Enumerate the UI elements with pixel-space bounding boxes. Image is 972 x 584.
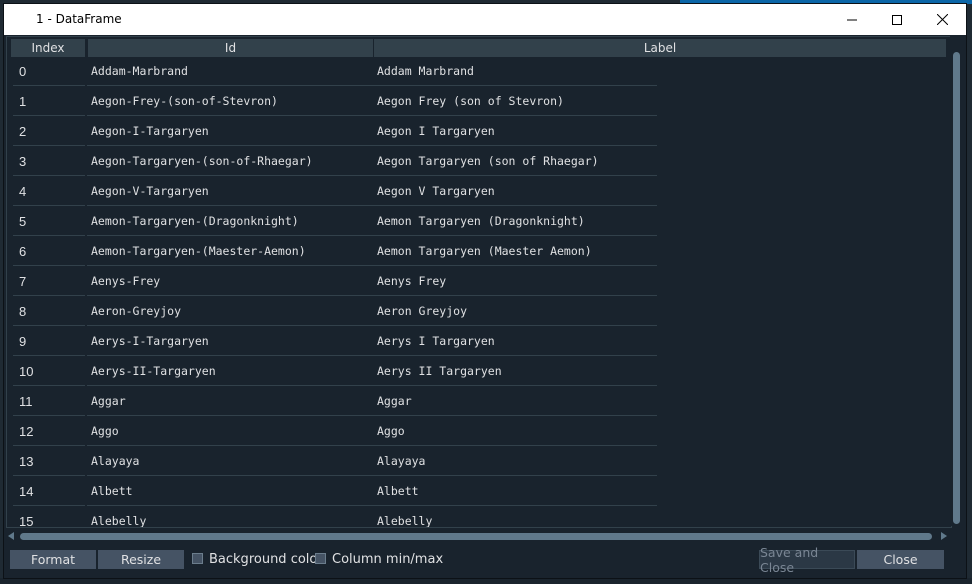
id-cell[interactable]: Addam-Marbrand — [87, 57, 373, 86]
index-cell[interactable]: 8 — [13, 297, 85, 326]
label-cell[interactable]: Aegon I Targaryen — [373, 117, 657, 146]
label-cell[interactable]: Aerys I Targaryen — [373, 327, 657, 356]
index-cell[interactable]: 10 — [13, 357, 85, 386]
id-cell[interactable]: Aggar — [87, 387, 373, 416]
id-cell[interactable]: Aerys-I-Targaryen — [87, 327, 373, 356]
index-cell[interactable]: 3 — [13, 147, 85, 176]
close-window-button[interactable] — [919, 4, 965, 35]
index-cell[interactable]: 4 — [13, 177, 85, 206]
label-cell[interactable]: Aggo — [373, 417, 657, 446]
label-cell[interactable]: Aegon Frey (son of Stevron) — [373, 87, 657, 116]
column-header-label[interactable]: Label — [374, 39, 947, 57]
label-cell[interactable]: Aggar — [373, 387, 657, 416]
index-cell[interactable]: 7 — [13, 267, 85, 296]
id-cell[interactable]: Aegon-V-Targaryen — [87, 177, 373, 206]
id-cell[interactable]: Albett — [87, 477, 373, 506]
dataframe-table[interactable]: Index Id Label 0 Addam-Marbrand Addam Marb… — [6, 36, 952, 528]
background-app-strip-bottom — [0, 578, 972, 584]
index-cell[interactable]: 15 — [13, 507, 85, 527]
minimize-button[interactable] — [829, 4, 875, 35]
format-button[interactable]: Format — [10, 550, 96, 569]
label-cell[interactable]: Albett — [373, 477, 657, 506]
id-cell[interactable]: Aemon-Targaryen-(Maester-Aemon) — [87, 237, 373, 266]
resize-button[interactable]: Resize — [98, 550, 184, 569]
horizontal-scrollbar[interactable] — [8, 529, 948, 543]
label-cell[interactable]: Aeron Greyjoy — [373, 297, 657, 326]
index-cell[interactable]: 2 — [13, 117, 85, 146]
index-cell[interactable]: 9 — [13, 327, 85, 356]
background-color-checkbox[interactable] — [192, 553, 203, 564]
id-cell[interactable]: Aggo — [87, 417, 373, 446]
id-cell[interactable]: Aemon-Targaryen-(Dragonknight) — [87, 207, 373, 236]
label-cell[interactable]: Alebelly — [373, 507, 657, 527]
minimize-icon — [847, 19, 857, 20]
scroll-left-icon[interactable] — [8, 532, 15, 540]
horizontal-scroll-thumb[interactable] — [20, 533, 932, 540]
close-icon — [936, 14, 948, 25]
index-cell[interactable]: 0 — [13, 57, 85, 86]
label-cell[interactable]: Aerys II Targaryen — [373, 357, 657, 386]
save-and-close-button[interactable]: Save and Close — [759, 545, 855, 575]
label-cell[interactable]: Aemon Targaryen (Dragonknight) — [373, 207, 657, 236]
label-cell[interactable]: Alayaya — [373, 447, 657, 476]
label-cell[interactable]: Aegon Targaryen (son of Rhaegar) — [373, 147, 657, 176]
index-cell[interactable]: 6 — [13, 237, 85, 266]
index-cell[interactable]: 11 — [13, 387, 85, 416]
id-cell[interactable]: Aegon-Targaryen-(son-of-Rhaegar) — [87, 147, 373, 176]
label-cell[interactable]: Aegon V Targaryen — [373, 177, 657, 206]
column-minmax-label: Column min/max — [332, 552, 444, 567]
id-cell[interactable]: Aerys-II-Targaryen — [87, 357, 373, 386]
label-cell[interactable]: Aenys Frey — [373, 267, 657, 296]
id-cell[interactable]: Aenys-Frey — [87, 267, 373, 296]
id-cell[interactable]: Aegon-Frey-(son-of-Stevron) — [87, 87, 373, 116]
id-cell[interactable]: Aegon-I-Targaryen — [87, 117, 373, 146]
index-cell[interactable]: 13 — [13, 447, 85, 476]
close-button[interactable]: Close — [857, 550, 944, 569]
id-cell[interactable]: Alebelly — [87, 507, 373, 527]
index-cell[interactable]: 5 — [13, 207, 85, 236]
id-cell[interactable]: Alayaya — [87, 447, 373, 476]
title-bar: 1 - DataFrame — [4, 4, 966, 35]
label-cell[interactable]: Addam Marbrand — [373, 57, 657, 86]
window-title: 1 - DataFrame — [36, 12, 122, 26]
scroll-right-icon[interactable] — [941, 532, 948, 540]
column-header-id[interactable]: Id — [88, 39, 374, 57]
vertical-scrollbar[interactable] — [950, 36, 964, 526]
dataframe-window: 1 - DataFrame Index Id Label 0 Addam-Marb… — [4, 4, 966, 578]
vertical-scroll-thumb[interactable] — [953, 52, 960, 524]
maximize-icon — [892, 14, 902, 25]
index-cell[interactable]: 12 — [13, 417, 85, 446]
column-header-index[interactable]: Index — [11, 39, 86, 57]
maximize-button[interactable] — [874, 4, 920, 35]
index-cell[interactable]: 1 — [13, 87, 85, 116]
label-cell[interactable]: Aemon Targaryen (Maester Aemon) — [373, 237, 657, 266]
background-color-label: Background color — [209, 552, 323, 567]
index-cell[interactable]: 14 — [13, 477, 85, 506]
column-minmax-checkbox[interactable] — [315, 553, 326, 564]
id-cell[interactable]: Aeron-Greyjoy — [87, 297, 373, 326]
